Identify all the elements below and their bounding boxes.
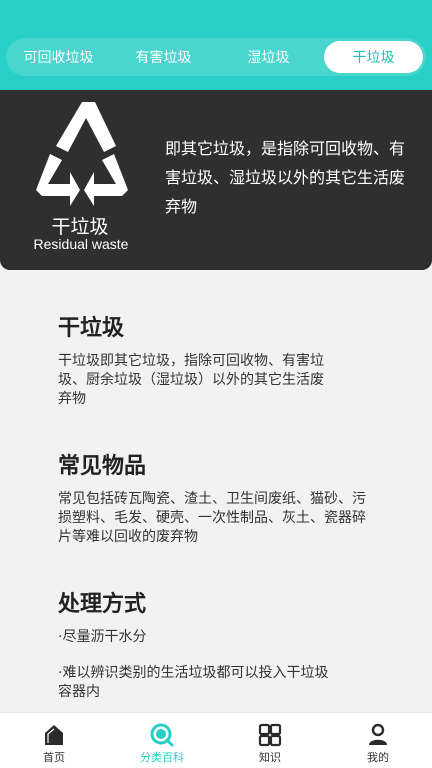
section-title-definition: 干垃圾	[58, 316, 125, 341]
section-title-common-items: 常见物品	[58, 454, 147, 479]
category-tabbar: 可回收垃圾 有害垃圾 湿垃圾 干垃圾	[6, 38, 426, 76]
nav-knowledge[interactable]: 知识	[216, 713, 324, 768]
nav-encyclopedia[interactable]: 分类百科	[108, 713, 216, 768]
tab-hazardous[interactable]: 有害垃圾	[114, 41, 213, 73]
nav-home[interactable]: 首页	[0, 713, 108, 768]
section-text-definition: 干垃圾即其它垃圾，指除可回收物、有害垃圾、厨余垃圾（湿垃圾）以外的其它生活废弃物	[58, 353, 324, 407]
category-name-english: Residual waste	[33, 236, 129, 252]
grid-icon	[258, 723, 282, 747]
category-description: 即其它垃圾，是指除可回收物、有害垃圾、湿垃圾以外的其它生活废弃物	[165, 139, 406, 216]
home-icon	[45, 725, 63, 745]
search-icon	[150, 723, 174, 747]
recycle-triangle-icon	[36, 102, 128, 206]
tab-wet-waste[interactable]: 湿垃圾	[219, 41, 318, 73]
nav-encyclopedia-label: 分类百科	[140, 751, 184, 764]
nav-knowledge-label: 知识	[259, 751, 281, 764]
category-banner: 干垃圾 Residual waste 即其它垃圾，是指除可回收物、有害垃圾、湿垃…	[0, 90, 432, 270]
user-icon	[369, 723, 387, 745]
header-bar: 可回收垃圾 有害垃圾 湿垃圾 干垃圾	[0, 0, 432, 90]
disposal-item: ·尽量沥干水分	[58, 629, 147, 645]
section-title-disposal: 处理方式	[58, 592, 147, 617]
nav-home-label: 首页	[43, 751, 65, 764]
bottom-navigation: 首页 分类百科 知识 我的	[0, 712, 432, 768]
section-text-common-items: 常见包括砖瓦陶瓷、渣土、卫生间废纸、猫砂、污损塑料、毛发、硬壳、一次性制品、灰土…	[58, 491, 366, 545]
disposal-item: ·难以辨识类别的生活垃圾都可以投入干垃圾容器内	[58, 665, 329, 700]
tab-recyclable[interactable]: 可回收垃圾	[9, 41, 108, 73]
tab-dry-waste[interactable]: 干垃圾	[324, 41, 423, 73]
nav-profile[interactable]: 我的	[324, 713, 432, 768]
category-name: 干垃圾	[51, 216, 109, 238]
nav-profile-label: 我的	[367, 751, 389, 764]
